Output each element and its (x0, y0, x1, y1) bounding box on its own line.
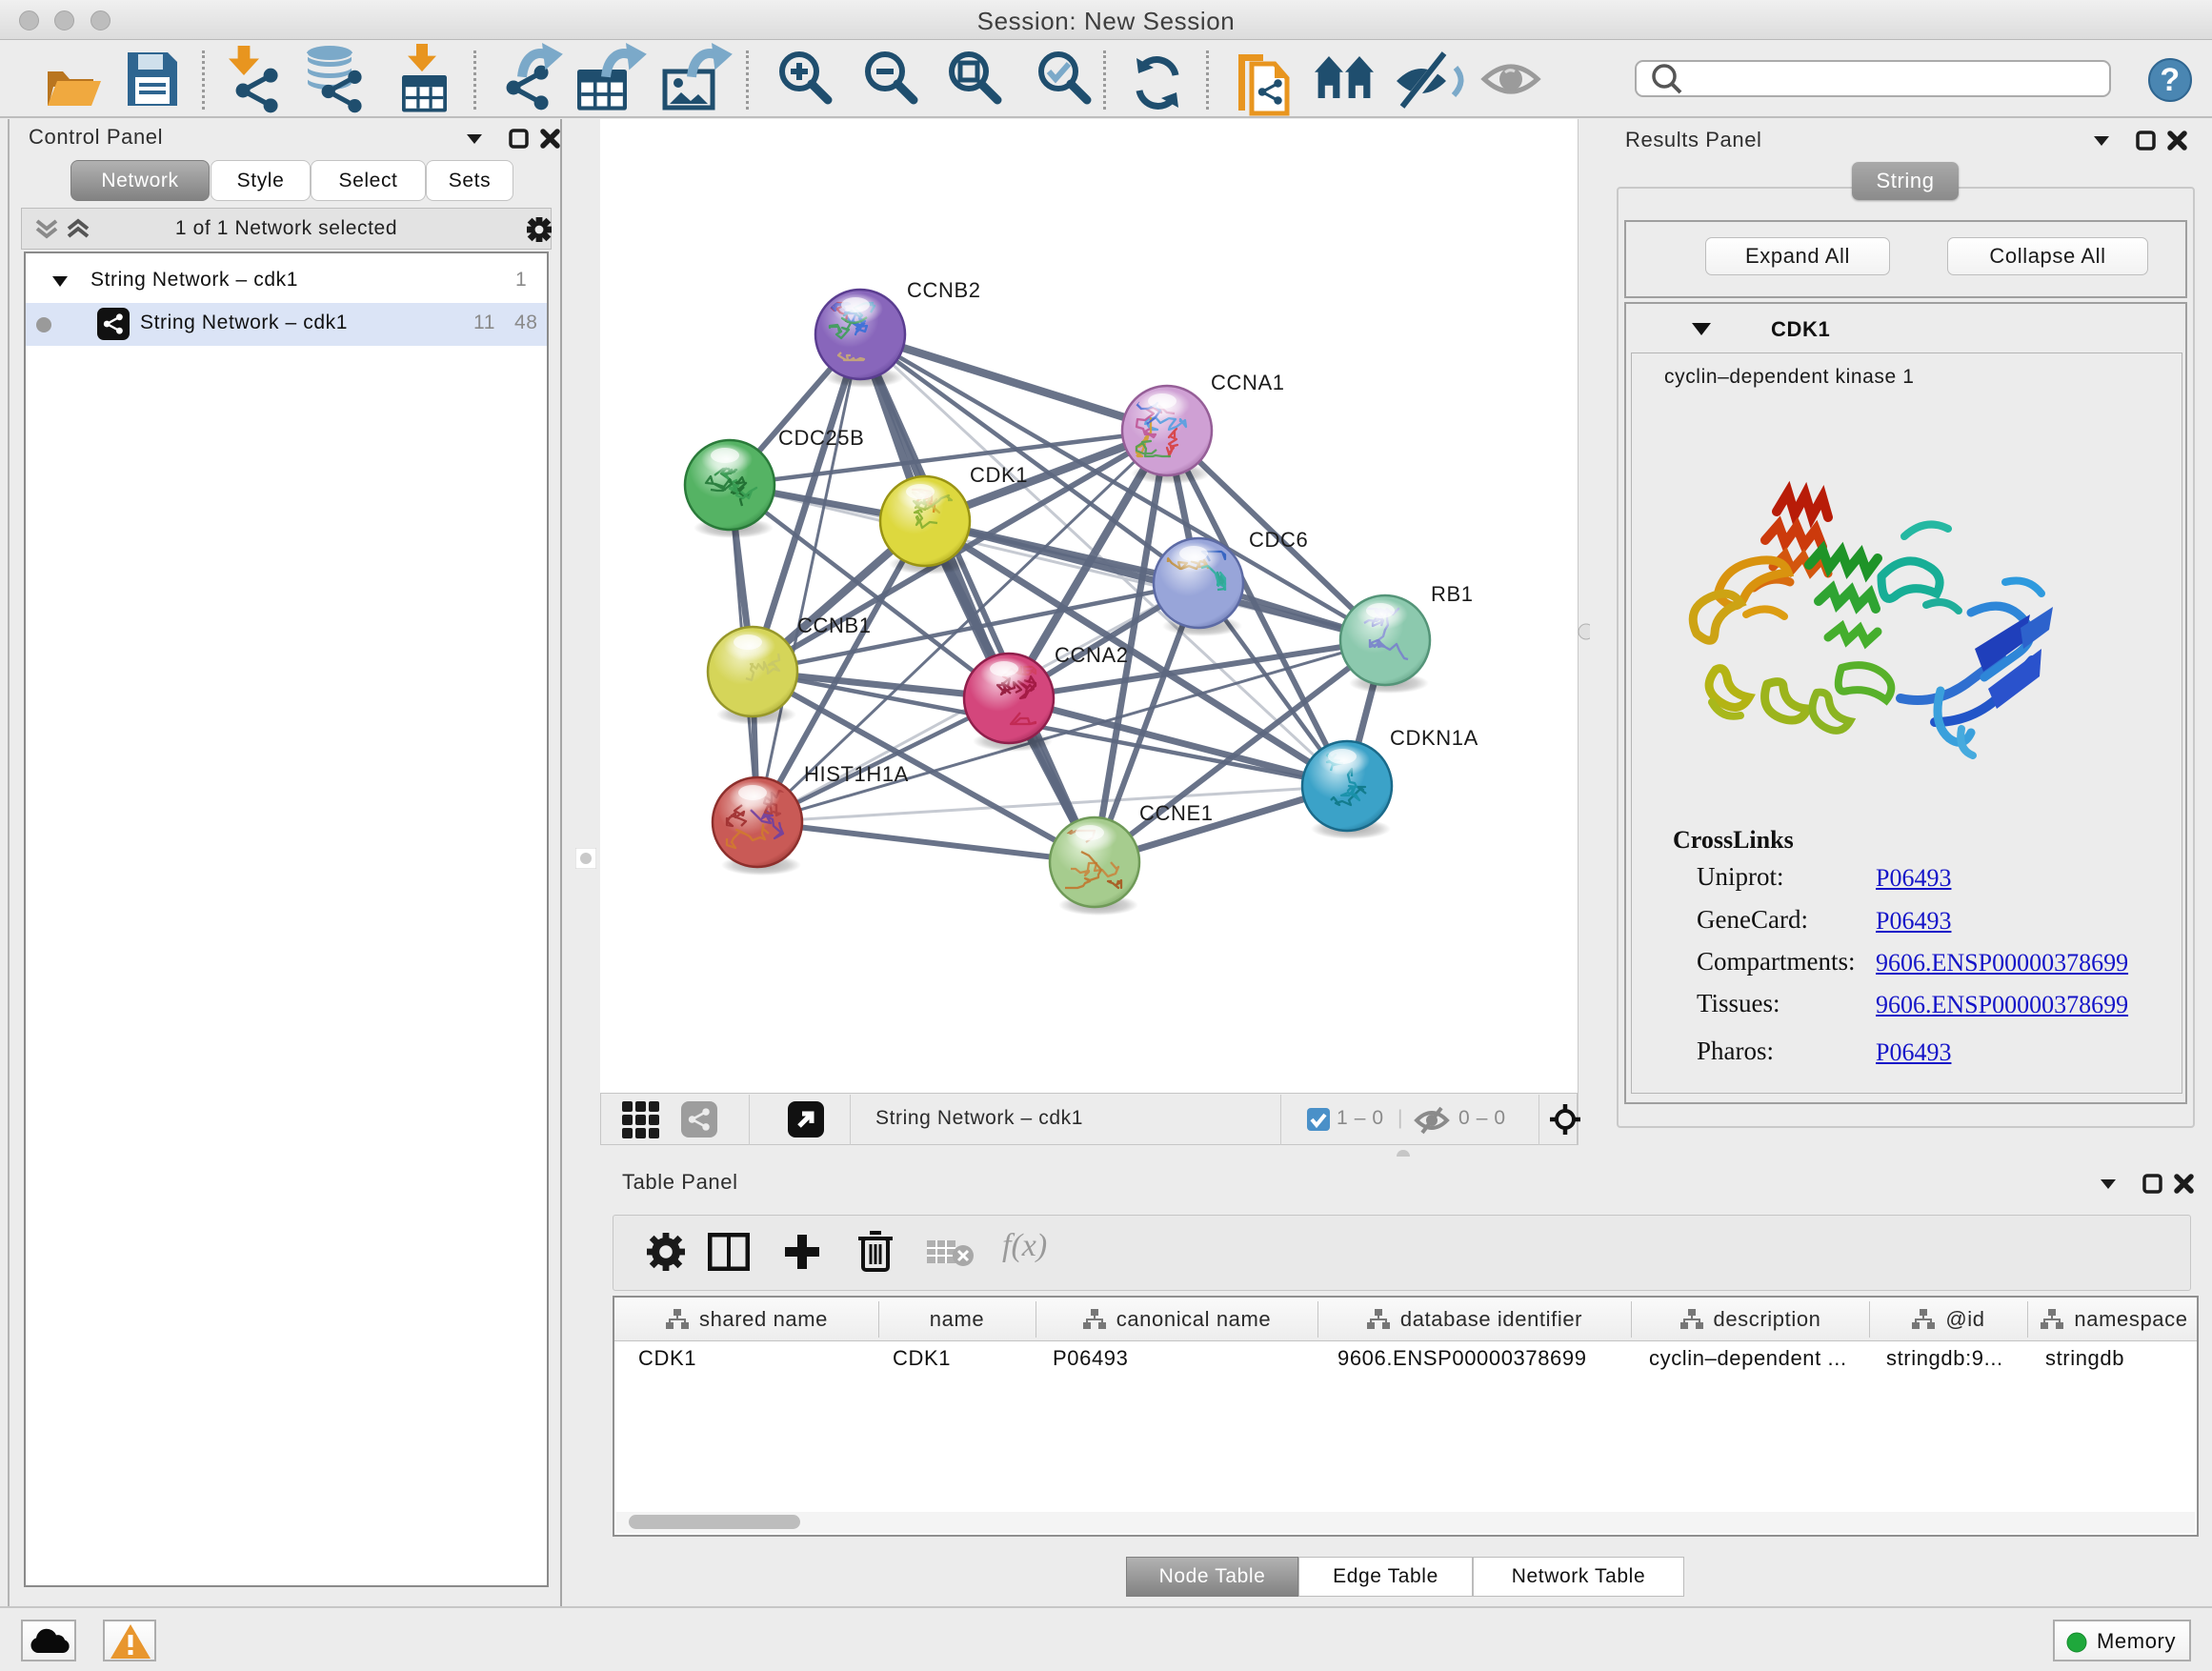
svg-text:CCNA1: CCNA1 (1211, 371, 1285, 394)
svg-text:?: ? (2160, 62, 2180, 98)
svg-text:CDC6: CDC6 (1249, 528, 1308, 552)
svg-text:CDC25B: CDC25B (778, 426, 864, 450)
svg-text:CCNE1: CCNE1 (1139, 801, 1214, 825)
svg-text:RB1: RB1 (1431, 582, 1474, 606)
svg-text:CCNB2: CCNB2 (907, 278, 981, 302)
svg-text:CDKN1A: CDKN1A (1390, 726, 1478, 750)
svg-text:CDK1: CDK1 (970, 463, 1028, 487)
svg-text:CCNB1: CCNB1 (797, 614, 872, 637)
svg-text:HIST1H1A: HIST1H1A (804, 762, 909, 786)
svg-text:CCNA2: CCNA2 (1055, 643, 1129, 667)
